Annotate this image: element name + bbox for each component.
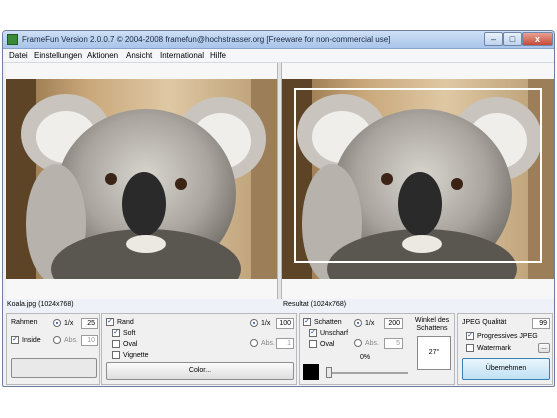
vignette-option[interactable]: Vignette	[112, 351, 149, 359]
rahmen-ratio-radio[interactable]	[53, 319, 61, 327]
progressive-option[interactable]: ✓ Progressives JPEG	[466, 332, 538, 340]
vignette-checkbox[interactable]	[112, 351, 120, 359]
schatten-oval-checkbox[interactable]	[309, 340, 317, 348]
schatten-ratio-option[interactable]: 1/x	[354, 319, 374, 327]
angle-value: 27°	[428, 349, 440, 356]
rand-ratio-radio[interactable]	[250, 319, 258, 327]
oval-option[interactable]: Oval	[112, 340, 137, 348]
rahmen-abs-option[interactable]: Abs.	[53, 336, 78, 344]
schatten-panel: ✓ Schatten ✓ Unscharf Oval 1/x 200 Abs. 5 …	[299, 313, 455, 385]
koala-photo-original	[6, 79, 277, 279]
rand-label: Rand	[117, 318, 134, 326]
inside-label: Inside	[22, 336, 41, 344]
rand-abs-label: Abs.	[261, 339, 276, 347]
rahmen-abs-radio[interactable]	[53, 336, 61, 344]
schatten-ratio-radio[interactable]	[354, 319, 362, 327]
minimize-button[interactable]: –	[484, 32, 503, 46]
close-button[interactable]: x	[522, 32, 553, 46]
schatten-ratio-label: 1/x	[365, 319, 375, 327]
schatten-label: Schatten	[314, 318, 342, 326]
rahmen-panel: Rahmen 1/x 25 ✓ Inside Abs. 10	[6, 313, 100, 385]
jpeg-quality-input[interactable]: 99	[532, 318, 550, 329]
unscharf-option[interactable]: ✓ Unscharf	[309, 329, 348, 337]
soft-option[interactable]: ✓ Soft	[112, 329, 135, 337]
menu-international[interactable]: International	[160, 51, 204, 60]
watermark-checkbox[interactable]	[466, 344, 474, 352]
apply-button[interactable]: Übernehmen	[462, 358, 550, 380]
schatten-ratio-input[interactable]: 200	[384, 318, 403, 329]
original-image-pane	[6, 63, 277, 299]
rahmen-color-swatch[interactable]	[11, 358, 97, 378]
rahmen-ratio-input[interactable]: 25	[81, 318, 98, 329]
maximize-button[interactable]: □	[503, 32, 522, 46]
rand-panel: ✓ Rand ✓ Soft Oval Vignette 1/x 100 Abs. 1…	[101, 313, 297, 385]
schatten-oval-option[interactable]: Oval	[309, 340, 334, 348]
progressive-label: Progressives JPEG	[477, 332, 538, 340]
rahmen-ratio-option[interactable]: 1/x	[53, 319, 73, 327]
watermark-settings-button[interactable]: ...	[538, 343, 550, 353]
watermark-option[interactable]: Watermark	[466, 344, 511, 352]
schatten-oval-label: Oval	[320, 340, 335, 348]
inside-checkbox[interactable]: ✓	[11, 336, 19, 344]
watermark-label: Watermark	[477, 344, 511, 352]
shadow-slider-track[interactable]	[326, 372, 408, 374]
image-area	[3, 63, 554, 299]
app-icon	[7, 34, 18, 45]
jpeg-quality-label: JPEG Qualität	[462, 319, 507, 326]
shadow-percent: 0%	[360, 354, 371, 361]
schatten-option[interactable]: ✓ Schatten	[303, 318, 342, 326]
result-caption: Resultat (1024x768)	[283, 301, 347, 308]
inside-option[interactable]: ✓ Inside	[11, 336, 41, 344]
rand-abs-radio[interactable]	[250, 339, 258, 347]
menu-datei[interactable]: Datei	[9, 51, 28, 60]
title-bar[interactable]: FrameFun Version 2.0.0.7 © 2004-2008 fra…	[3, 31, 554, 49]
soft-checkbox[interactable]: ✓	[112, 329, 120, 337]
rand-checkbox[interactable]: ✓	[106, 318, 114, 326]
rahmen-abs-label: Abs.	[64, 336, 79, 344]
jpeg-panel: JPEG Qualität 99 ✓ Progressives JPEG Wate…	[457, 313, 553, 385]
shadow-color-swatch[interactable]	[303, 364, 319, 380]
unscharf-checkbox[interactable]: ✓	[309, 329, 317, 337]
schatten-checkbox[interactable]: ✓	[303, 318, 311, 326]
rahmen-label: Rahmen	[11, 319, 38, 326]
soft-label: Soft	[123, 329, 136, 337]
angle-label: Winkel des Schattens	[414, 317, 450, 332]
menu-hilfe[interactable]: Hilfe	[210, 51, 226, 60]
oval-checkbox[interactable]	[112, 340, 120, 348]
main-window: FrameFun Version 2.0.0.7 © 2004-2008 fra…	[2, 30, 555, 387]
color-button[interactable]: Color...	[106, 362, 294, 380]
oval-label: Oval	[123, 340, 138, 348]
menu-einstellungen[interactable]: Einstellungen	[34, 51, 82, 60]
rahmen-ratio-label: 1/x	[64, 319, 74, 327]
schatten-abs-option[interactable]: Abs.	[354, 339, 379, 347]
rahmen-abs-input[interactable]: 10	[81, 335, 98, 346]
shadow-angle-dial[interactable]: 27°	[417, 336, 451, 370]
original-caption: Koala.jpg (1024x768)	[7, 301, 74, 308]
result-frame-border	[294, 88, 542, 263]
menu-aktionen[interactable]: Aktionen	[87, 51, 118, 60]
rand-ratio-option[interactable]: 1/x	[250, 319, 270, 327]
rand-abs-input[interactable]: 1	[276, 338, 294, 349]
menu-ansicht[interactable]: Ansicht	[126, 51, 152, 60]
koala-photo-result	[282, 79, 554, 279]
window-title: FrameFun Version 2.0.0.7 © 2004-2008 fra…	[22, 35, 391, 44]
rand-ratio-input[interactable]: 100	[276, 318, 294, 329]
progressive-checkbox[interactable]: ✓	[466, 332, 474, 340]
schatten-abs-input[interactable]: 5	[384, 338, 403, 349]
rand-ratio-label: 1/x	[261, 319, 271, 327]
unscharf-label: Unscharf	[320, 329, 349, 337]
schatten-abs-label: Abs.	[365, 339, 380, 347]
menu-bar: Datei Einstellungen Aktionen Ansicht Int…	[3, 49, 554, 63]
rand-option[interactable]: ✓ Rand	[106, 318, 134, 326]
vignette-label: Vignette	[123, 351, 149, 359]
result-image-pane	[282, 63, 554, 299]
rand-abs-option[interactable]: Abs.	[250, 339, 275, 347]
shadow-slider-thumb[interactable]	[326, 367, 332, 378]
schatten-abs-radio[interactable]	[354, 339, 362, 347]
